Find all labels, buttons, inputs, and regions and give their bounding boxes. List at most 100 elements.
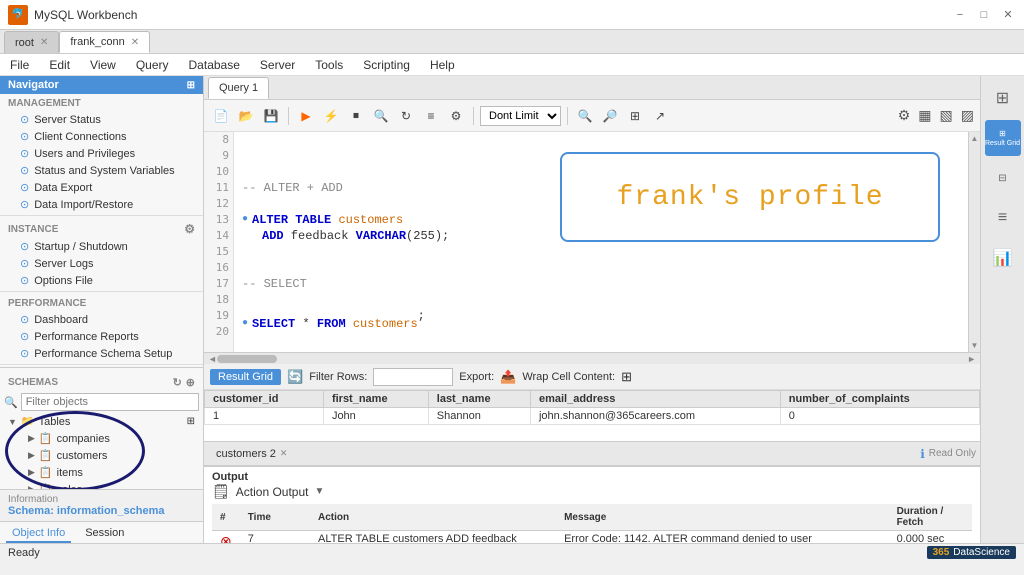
nav-data-import[interactable]: ⊙ Data Import/Restore [0, 196, 203, 213]
layout2-icon[interactable]: ▧ [940, 107, 953, 124]
nav-dashboard[interactable]: ⊙ Dashboard [0, 311, 203, 328]
result-grid-label: Result Grid [985, 140, 1020, 147]
nav-expand-icon[interactable]: ⊞ [187, 80, 195, 91]
menu-edit[interactable]: Edit [45, 56, 74, 74]
toolbar-new-file[interactable]: 📄 [210, 105, 232, 127]
nav-status-var-label: Status and System Variables [34, 165, 174, 177]
nav-server-status-label: Server Status [34, 114, 101, 126]
toolbar-save[interactable]: 💾 [260, 105, 282, 127]
tab-object-info[interactable]: Object Info [6, 525, 71, 543]
nav-startup-shutdown[interactable]: ⊙ Startup / Shutdown [0, 238, 203, 255]
toolbar-more[interactable]: ⚙ [445, 105, 467, 127]
toolbar-step[interactable]: ↻ [395, 105, 417, 127]
tab-root[interactable]: root ✕ [4, 31, 59, 53]
nav-perf-schema[interactable]: ⊙ Performance Schema Setup [0, 345, 203, 362]
menu-scripting[interactable]: Scripting [359, 56, 414, 74]
export-icon[interactable]: 📤 [500, 369, 516, 385]
nav-users-privileges[interactable]: ⊙ Users and Privileges [0, 145, 203, 162]
wrap-icon[interactable]: ⊞ [621, 369, 632, 385]
table-items[interactable]: ▶ 📋 items [0, 464, 203, 481]
menubar: File Edit View Query Database Server Too… [0, 54, 1024, 76]
menu-server[interactable]: Server [256, 56, 299, 74]
instance-gear-icon[interactable]: ⚙ [184, 222, 195, 236]
form-editor-btn[interactable]: ⊟ [985, 160, 1021, 196]
cell-first-name: John [323, 408, 428, 425]
menu-file[interactable]: File [6, 56, 33, 74]
right-panel-toggle[interactable]: ⊞ [985, 80, 1021, 116]
close-frank-tab[interactable]: ✕ [131, 37, 139, 48]
tables-folder[interactable]: ▼ 📁 Tables ⊞ [0, 413, 203, 430]
nav-server-status[interactable]: ⊙ Server Status [0, 111, 203, 128]
nav-options-file[interactable]: ⊙ Options File [0, 272, 203, 289]
vertical-scrollbar[interactable]: ▲ ▼ [968, 132, 980, 352]
close-customers2-tab[interactable]: ✕ [280, 448, 288, 459]
nav-data-export[interactable]: ⊙ Data Export [0, 179, 203, 196]
toolbar-execute[interactable]: ▶ [295, 105, 317, 127]
table-companies[interactable]: ▶ 📋 companies [0, 430, 203, 447]
menu-tools[interactable]: Tools [311, 56, 347, 74]
tables-expand-icon[interactable]: ⊞ [187, 416, 195, 427]
schema-filter-input[interactable] [21, 393, 199, 411]
layout3-icon[interactable]: ▨ [961, 107, 974, 124]
toolbar-format[interactable]: ≡ [420, 105, 442, 127]
perf-reports-icon: ⊙ [20, 330, 29, 343]
horizontal-scrollbar[interactable]: ◄ ► [204, 352, 980, 364]
nav-perf-reports[interactable]: ⊙ Performance Reports [0, 328, 203, 345]
toolbar-stop[interactable]: ⏹ [345, 105, 367, 127]
tab-session[interactable]: Session [79, 525, 130, 543]
nav-server-logs[interactable]: ⊙ Server Logs [0, 255, 203, 272]
scroll-up-btn[interactable]: ▲ [971, 134, 979, 143]
code-line-17: -- SELECT [242, 276, 960, 292]
content-area: Query 1 📄 📂 💾 ▶ ⚡ ⏹ 🔍 ↻ ≡ ⚙ Dont Limit 1… [204, 76, 980, 543]
field-types-btn[interactable]: ≡ [985, 200, 1021, 236]
scroll-right-btn[interactable]: ► [967, 354, 976, 364]
customers2-tab[interactable]: customers 2 ✕ [208, 446, 295, 462]
maximize-button[interactable]: □ [976, 7, 992, 23]
tab-frank-conn[interactable]: frank_conn ✕ [59, 31, 150, 53]
settings-icon[interactable]: ⚙ [898, 107, 911, 124]
nav-client-connections[interactable]: ⊙ Client Connections [0, 128, 203, 145]
menu-database[interactable]: Database [185, 56, 244, 74]
minimize-button[interactable]: − [952, 7, 968, 23]
startup-icon: ⊙ [20, 240, 29, 253]
action-output-dropdown[interactable]: ▼ [315, 486, 325, 497]
table-sales[interactable]: ▶ 📋 sales [0, 481, 203, 489]
close-root-tab[interactable]: ✕ [40, 37, 48, 48]
line-numbers: 8 9 10 11 12 13 14 15 16 17 18 19 20 [204, 132, 234, 352]
toolbar-execute-current[interactable]: ⚡ [320, 105, 342, 127]
menu-help[interactable]: Help [426, 56, 459, 74]
schemas-add-icon[interactable]: ⊕ [186, 376, 195, 389]
kw-alter: ALTER TABLE [252, 212, 338, 228]
data-import-icon: ⊙ [20, 198, 29, 211]
nav-status-variables[interactable]: ⊙ Status and System Variables [0, 162, 203, 179]
result-grid-btn[interactable]: ⊞ Result Grid [985, 120, 1021, 156]
toolbar-find[interactable]: 🔍 [574, 105, 596, 127]
schemas-refresh-icon[interactable]: ↻ [173, 376, 182, 389]
line-8: 8 [222, 132, 229, 148]
close-button[interactable]: ✕ [1000, 7, 1016, 23]
query-stats-btn[interactable]: 📊 [985, 240, 1021, 276]
menu-query[interactable]: Query [132, 56, 173, 74]
output-label: Output [212, 471, 972, 483]
toolbar-zoom[interactable]: 🔎 [599, 105, 621, 127]
toolbar-export[interactable]: ↗ [649, 105, 671, 127]
nav-perf-reports-label: Performance Reports [34, 331, 139, 343]
query-tab-1[interactable]: Query 1 [208, 77, 269, 99]
table-customers[interactable]: ▶ 📋 customers [0, 447, 203, 464]
toolbar-grid[interactable]: ⊞ [624, 105, 646, 127]
line-18: 18 [216, 292, 229, 308]
result-grid-tab[interactable]: Result Grid [210, 369, 281, 385]
scroll-down-btn[interactable]: ▼ [971, 341, 979, 350]
scroll-left-btn[interactable]: ◄ [208, 354, 217, 364]
tables-folder-icon: 📁 [21, 415, 35, 428]
menu-view[interactable]: View [86, 56, 120, 74]
toolbar-open[interactable]: 📂 [235, 105, 257, 127]
filter-rows-input[interactable] [373, 368, 453, 386]
limit-select[interactable]: Dont Limit 1000 rows [480, 106, 561, 126]
customers2-tab-label: customers 2 [216, 448, 276, 460]
dashboard-icon: ⊙ [20, 313, 29, 326]
toolbar-debug[interactable]: 🔍 [370, 105, 392, 127]
output-content: Output 🗒 Action Output ▼ # Time Action M… [204, 467, 980, 543]
layout-icon[interactable]: ▦ [918, 107, 931, 124]
profile-overlay: frank's profile [560, 152, 940, 242]
